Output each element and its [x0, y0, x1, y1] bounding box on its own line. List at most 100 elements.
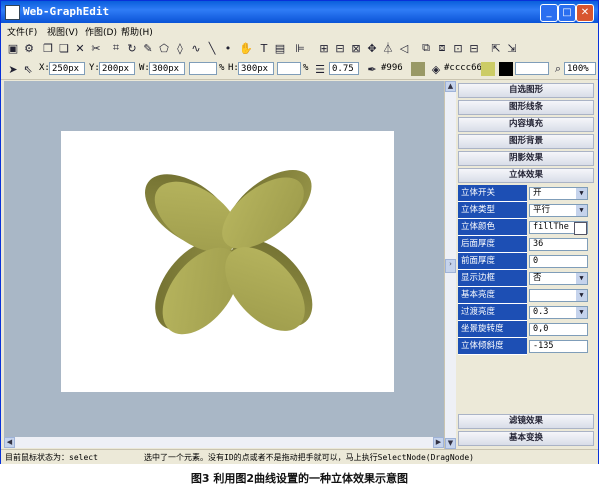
- stroke-width-icon: ☰: [315, 62, 325, 76]
- stroke-color-swatch[interactable]: [411, 62, 425, 76]
- section-fill[interactable]: 内容填充: [458, 117, 594, 132]
- prop-label: 基本亮度: [458, 287, 527, 304]
- prop-input[interactable]: 0,0: [529, 323, 588, 336]
- color-picker-icon[interactable]: [574, 222, 587, 235]
- prop-select[interactable]: ▼: [529, 289, 588, 302]
- section-line[interactable]: 图形线条: [458, 100, 594, 115]
- dropdown-arrow-icon[interactable]: ▼: [576, 205, 587, 216]
- h-percent-input[interactable]: [277, 62, 301, 75]
- select-arrow-icon[interactable]: ➤: [6, 62, 20, 76]
- drawing-page[interactable]: [61, 131, 394, 392]
- settings-icon[interactable]: ⚙: [22, 41, 36, 55]
- app-icon: [5, 5, 20, 20]
- prop-input[interactable]: 36: [529, 238, 588, 251]
- curve-icon[interactable]: ∿: [189, 41, 203, 55]
- scroll-right-icon[interactable]: ▶: [433, 437, 444, 448]
- align-icon[interactable]: ⊫: [293, 41, 307, 55]
- stroke-color-value: #996: [381, 63, 403, 73]
- prop-input[interactable]: -135: [529, 340, 588, 353]
- section-filter[interactable]: 滤镜效果: [458, 414, 594, 429]
- mirror-icon[interactable]: ◁: [397, 41, 411, 55]
- scroll-down-icon[interactable]: ▼: [445, 438, 456, 449]
- background-color-input[interactable]: [515, 62, 549, 75]
- zoom-select[interactable]: 100%: [564, 62, 596, 75]
- line-icon[interactable]: ╲: [205, 41, 219, 55]
- copy-icon[interactable]: ❐: [41, 41, 55, 55]
- menu-help[interactable]: 帮助(H): [121, 25, 153, 38]
- rotate-icon[interactable]: ↻: [125, 41, 139, 55]
- dropdown-arrow-icon[interactable]: ▼: [576, 307, 587, 318]
- prop-row: 立体类型 平行 ▼: [458, 202, 593, 219]
- close-button[interactable]: ✕: [576, 4, 594, 22]
- polygon-icon[interactable]: ⬠: [157, 41, 171, 55]
- w-percent-input[interactable]: [189, 62, 217, 75]
- prop-label: 显示边框: [458, 270, 527, 287]
- prop-row: 立体倾斜度 -135: [458, 338, 593, 355]
- section-3d[interactable]: 立体效果: [458, 168, 594, 183]
- group-icon[interactable]: ⊡: [451, 41, 465, 55]
- dropdown-arrow-icon[interactable]: ▼: [576, 290, 587, 301]
- save-icon[interactable]: ▣: [6, 41, 20, 55]
- prop-row: 立体开关 开 ▼: [458, 185, 593, 202]
- prop-select[interactable]: 平行 ▼: [529, 204, 588, 217]
- dropdown-arrow-icon[interactable]: ▼: [576, 188, 587, 199]
- drawing-canvas[interactable]: [4, 81, 444, 437]
- h-input[interactable]: 300px: [238, 62, 274, 75]
- grid-icon-1[interactable]: ⊞: [317, 41, 331, 55]
- prop-select[interactable]: 0.3 ▼: [529, 306, 588, 319]
- direct-select-icon[interactable]: ⇖: [21, 62, 35, 76]
- menu-file[interactable]: 文件(F): [7, 25, 37, 38]
- menu-bar: 文件(F) 视图(V) 作图(D) 帮助(H): [1, 23, 598, 38]
- background-color-swatch[interactable]: [499, 62, 513, 76]
- hand-icon[interactable]: ✋: [239, 41, 253, 55]
- y-input[interactable]: 200px: [99, 62, 135, 75]
- cut-icon[interactable]: ✂: [89, 41, 103, 55]
- vertical-scrollbar[interactable]: ▲ › ▼: [444, 81, 456, 449]
- menu-view[interactable]: 视图(V): [47, 25, 78, 38]
- horizontal-scrollbar[interactable]: ◀ ▶: [4, 437, 444, 448]
- section-autoshape[interactable]: 自选图形: [458, 83, 594, 98]
- prop-input[interactable]: 0: [529, 255, 588, 268]
- prop-select[interactable]: 否 ▼: [529, 272, 588, 285]
- fill-color-value: #cccc66: [444, 63, 482, 73]
- prop-input[interactable]: fillThe: [529, 221, 588, 235]
- title-bar[interactable]: Web-GraphEdit _ □ ✕: [1, 1, 598, 23]
- properties-panel: 自选图形 图形线条 内容填充 图形背景 阴影效果 立体效果 立体开关 开 ▼ 立体…: [456, 81, 595, 449]
- menu-draw[interactable]: 作图(D): [85, 25, 117, 38]
- delete-icon[interactable]: ✕: [73, 41, 87, 55]
- paste-icon[interactable]: ❏: [57, 41, 71, 55]
- stroke-width-input[interactable]: 0.75: [329, 62, 359, 75]
- ungroup-icon[interactable]: ⊟: [467, 41, 481, 55]
- point-icon[interactable]: •: [221, 41, 235, 55]
- w-input[interactable]: 300px: [149, 62, 185, 75]
- flip-icon[interactable]: ⏃: [381, 41, 395, 55]
- section-background[interactable]: 图形背景: [458, 134, 594, 149]
- x-input[interactable]: 250px: [49, 62, 85, 75]
- grid-icon-3[interactable]: ⊠: [349, 41, 363, 55]
- fill-color-swatch[interactable]: [481, 62, 495, 76]
- import-icon[interactable]: ⇲: [505, 41, 519, 55]
- maximize-button[interactable]: □: [558, 4, 576, 22]
- scroll-up-icon[interactable]: ▲: [445, 81, 456, 92]
- arrange-front-icon[interactable]: ⧉: [419, 41, 433, 55]
- property-toolbar: ➤ ⇖ X: 250px Y: 200px W: 300px % H: 300p…: [1, 59, 598, 80]
- pen-icon[interactable]: ✎: [141, 41, 155, 55]
- prop-row: 后面厚度 36: [458, 236, 593, 253]
- arrange-back-icon[interactable]: ⧈: [435, 41, 449, 55]
- image-icon[interactable]: ▤: [273, 41, 287, 55]
- text-icon[interactable]: T: [257, 41, 271, 55]
- section-transform[interactable]: 基本变换: [458, 431, 594, 446]
- dropdown-arrow-icon[interactable]: ▼: [576, 273, 587, 284]
- fill-icon[interactable]: ◊: [173, 41, 187, 55]
- section-shadow[interactable]: 阴影效果: [458, 151, 594, 166]
- prop-select[interactable]: 开 ▼: [529, 187, 588, 200]
- export-icon[interactable]: ⇱: [489, 41, 503, 55]
- butterfly-3d-shape[interactable]: [61, 131, 394, 392]
- crop-icon[interactable]: ⌗: [109, 41, 123, 55]
- scroll-left-icon[interactable]: ◀: [4, 437, 15, 448]
- move-icon[interactable]: ✥: [365, 41, 379, 55]
- prop-value: 0.3: [533, 307, 549, 317]
- grid-icon-2[interactable]: ⊟: [333, 41, 347, 55]
- panel-collapse-icon[interactable]: ›: [445, 259, 456, 273]
- minimize-button[interactable]: _: [540, 4, 558, 22]
